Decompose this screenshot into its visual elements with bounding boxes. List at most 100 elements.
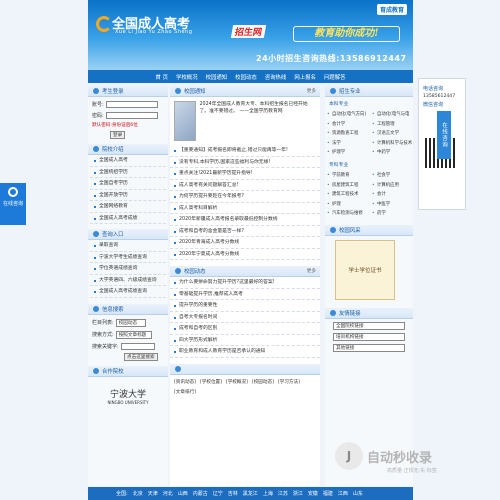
region-link[interactable]: 黑龙江: [243, 490, 258, 497]
major-item[interactable]: 会计: [370, 190, 413, 200]
list-item[interactable]: 职业教育和成人教育学历是否承认的通知: [170, 346, 320, 358]
category-link[interactable]: [学习方法]: [278, 379, 300, 385]
list-item[interactable]: 全国成人高考成绩查询: [90, 286, 166, 298]
online-consult-tab[interactable]: 在线咨询: [0, 183, 26, 225]
links-select-2[interactable]: 培训机构链接: [333, 332, 405, 341]
category-link[interactable]: [校园动态]: [252, 379, 274, 385]
links-select-1[interactable]: 全国院校链接: [333, 321, 405, 330]
major-item[interactable]: 学前教育: [325, 171, 368, 181]
nav-home[interactable]: 首 页: [156, 73, 169, 81]
keyword-input[interactable]: [120, 342, 155, 350]
column-select[interactable]: 校园动态: [115, 318, 146, 327]
notice-lead[interactable]: 2024年全国成人教育大专、本科招生报名已经开始了。准不要错过。 ——全国学历教…: [200, 101, 317, 141]
region-link[interactable]: 内蒙古: [193, 490, 208, 497]
major-item[interactable]: 房屋建筑工程: [325, 181, 368, 191]
search-header: 信息搜索: [88, 303, 168, 315]
list-item[interactable]: 大学英语四、六级成绩查询: [90, 275, 166, 286]
list-item[interactable]: 2020年宁夏成人高考分数线: [170, 249, 320, 260]
major-item[interactable]: 社会学: [370, 171, 413, 181]
major-item[interactable]: 中医学: [370, 200, 413, 210]
category-link[interactable]: [学校概况]: [226, 379, 248, 385]
region-link[interactable]: 上海: [263, 490, 273, 497]
region-link[interactable]: 辽宁: [213, 490, 223, 497]
partner-logo[interactable]: 宁波大学 NINGBO UNIVERSITY: [98, 387, 158, 417]
list-item[interactable]: 录取查询: [90, 240, 166, 252]
login-button[interactable]: 登录: [110, 131, 126, 139]
list-item[interactable]: 学位英语成绩查询: [90, 263, 166, 275]
region-link[interactable]: 浙江: [293, 490, 303, 497]
list-item[interactable]: 成人高考科目解析: [170, 203, 320, 214]
nav-school[interactable]: 学校概况: [176, 73, 198, 81]
news-more-link[interactable]: 更多: [307, 268, 316, 274]
search-icon: [93, 305, 99, 312]
region-link[interactable]: 山西: [178, 490, 188, 497]
region-link[interactable]: 吉林: [228, 490, 238, 497]
list-item[interactable]: 成考和自考的区别: [170, 323, 320, 335]
consult-float-tab[interactable]: 在线咨询: [437, 111, 451, 159]
region-link[interactable]: 安徽: [308, 490, 318, 497]
list-item[interactable]: 全国统招学历: [90, 167, 166, 178]
region-link[interactable]: 江西: [338, 490, 348, 497]
list-item[interactable]: 全国成人高考: [90, 155, 166, 167]
nav-news[interactable]: 校园动态: [235, 73, 257, 81]
list-item[interactable]: 宁波大学考生成绩查询: [90, 252, 166, 263]
major-item[interactable]: 计算机科学与技术: [370, 139, 413, 149]
list-item[interactable]: 为什么要拼命努力提升学历?这里最好的答案!: [170, 277, 320, 289]
list-item[interactable]: 没有专科,本科学历,国家这些福利与你无缘!: [170, 157, 320, 168]
region-link[interactable]: 天津: [148, 490, 158, 497]
major-item[interactable]: 法学: [325, 139, 368, 149]
major-item[interactable]: 药学: [370, 209, 413, 219]
list-item[interactable]: 全国网络教育: [90, 201, 166, 213]
list-item[interactable]: 全国开放学历: [90, 190, 166, 201]
nav-faq[interactable]: 问题解答: [324, 73, 346, 81]
major-item[interactable]: 护理: [325, 200, 368, 210]
nav-signup[interactable]: 网上报名: [294, 73, 316, 81]
list-item[interactable]: 提升学历的重要性: [170, 300, 320, 312]
type-select[interactable]: 按照文章标题: [115, 330, 152, 339]
major-item[interactable]: 汽车检测与维修: [325, 209, 368, 219]
list-item[interactable]: 全国自考学历: [90, 178, 166, 190]
list-item[interactable]: 全国成人高考成绩: [90, 213, 166, 224]
news-header: 校园动态 更多: [170, 266, 320, 277]
major-item[interactable]: 会计学: [325, 120, 368, 130]
list-item[interactable]: 零基础提升学历,推荐成人高考: [170, 289, 320, 300]
major-item[interactable]: 资源勘查工程: [325, 129, 368, 139]
nav-hotline[interactable]: 咨询热线: [265, 73, 287, 81]
nav-notice[interactable]: 校园通知: [206, 73, 228, 81]
region-link[interactable]: 山东: [353, 490, 363, 497]
password-input[interactable]: [105, 112, 158, 119]
list-item[interactable]: 2020年新疆成人高考报名录取最低控制分数线: [170, 214, 320, 226]
list-item[interactable]: 重点关注!2021最新学历提升指导!: [170, 168, 320, 180]
logo-icon: [96, 16, 112, 32]
links-select-3[interactable]: 其他链接: [333, 343, 405, 352]
region-link[interactable]: 福建: [323, 490, 333, 497]
left-column: 考生登录 账号: 密码: 默认密码:身份证后6位 登录 院校介绍 全国成人高考 …: [88, 86, 168, 486]
region-link[interactable]: 河北: [163, 490, 173, 497]
search-button[interactable]: 点击这里搜索: [124, 352, 158, 361]
gallery-header: 校园风采: [325, 224, 413, 236]
major-item[interactable]: 建筑工程技术: [325, 190, 368, 200]
list-item[interactable]: 成人高考有关问题解答汇总!: [170, 180, 320, 191]
major-item[interactable]: 计算机应用: [370, 181, 413, 191]
region-link[interactable]: 江苏: [278, 490, 288, 497]
notice-more-link[interactable]: 更多: [307, 88, 316, 94]
major-item[interactable]: 汉语言文学: [370, 129, 413, 139]
major-item[interactable]: 自动化(电气方向): [325, 110, 368, 120]
list-item[interactable]: 【重要通知】成考报名即将截止,错过只能再等一年!: [170, 145, 320, 157]
major-item[interactable]: 护理学: [325, 148, 368, 158]
list-item[interactable]: 四大学历形式解析: [170, 335, 320, 346]
region-link[interactable]: 北京: [133, 490, 143, 497]
notice-image[interactable]: [174, 101, 196, 141]
major-item[interactable]: 工程管理: [370, 120, 413, 130]
list-item[interactable]: 2020年青海成人高考分数线: [170, 237, 320, 249]
account-input[interactable]: [105, 101, 158, 108]
gallery-image[interactable]: 学士学位证书: [335, 239, 395, 300]
category-link[interactable]: [文章排行]: [174, 389, 196, 395]
category-link[interactable]: [学校位置]: [200, 379, 222, 385]
major-item[interactable]: 中药学: [370, 148, 413, 158]
major-item[interactable]: 自动化(电气与电: [370, 110, 413, 120]
list-item[interactable]: 自考大专报名时间: [170, 312, 320, 323]
list-item[interactable]: 成考和自考的含金量是否一样?: [170, 226, 320, 237]
list-item[interactable]: 为何学历提升要趁在今年报考?: [170, 191, 320, 203]
category-link[interactable]: [资讯动态]: [174, 379, 196, 385]
